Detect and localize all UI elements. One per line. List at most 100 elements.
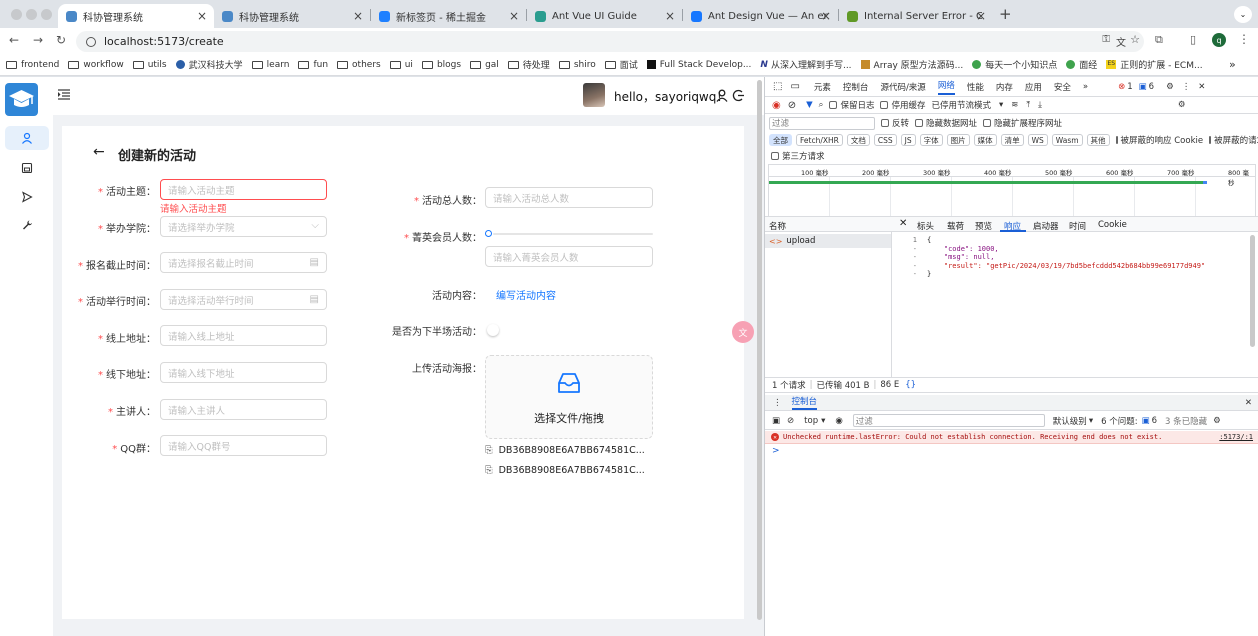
throttle-select[interactable]: 已停用节流模式 [931, 99, 991, 111]
blocked-requests-checkbox[interactable] [1209, 136, 1212, 144]
clear-icon[interactable]: ⊘ [788, 100, 796, 111]
live-expression-eye-icon[interactable]: ◉ [835, 416, 842, 426]
preserve-log-checkbox[interactable] [829, 101, 838, 109]
event-time-picker[interactable]: 请选择活动举行时间 ▤ [160, 289, 327, 310]
poster-upload-dragger[interactable]: 选择文件/拖拽 [485, 355, 653, 439]
window-minimize-dot[interactable] [26, 9, 37, 20]
sidebar-item-save[interactable] [5, 156, 49, 180]
import-har-icon[interactable]: ⤒ [1026, 100, 1030, 110]
bookmark-link[interactable]: Array 原型方法源码... [860, 58, 963, 71]
error-badge-icon[interactable]: ⊗ [1118, 82, 1125, 92]
devtools-tab[interactable]: 控制台 [843, 81, 869, 93]
devtools-tab[interactable]: 内存 [996, 81, 1013, 93]
user-avatar[interactable] [583, 83, 605, 107]
context-select[interactable]: top [804, 416, 818, 426]
detail-tab[interactable]: 时间 [1069, 220, 1086, 232]
type-filter-chip[interactable]: Fetch/XHR [796, 134, 843, 146]
detail-tab[interactable]: Cookie [1098, 220, 1127, 230]
back-arrow-icon[interactable]: ← [9, 33, 19, 47]
devtools-close-icon[interactable]: ✕ [1198, 82, 1205, 92]
qq-group-input[interactable]: 请输入QQ群号 [160, 435, 327, 456]
console-prompt[interactable]: > [772, 446, 780, 456]
network-overview-timeline[interactable]: 100 毫秒 200 毫秒 300 毫秒 400 毫秒 500 毫秒 600 毫… [768, 164, 1256, 217]
devtools-tab[interactable]: 元素 [814, 81, 831, 93]
invert-checkbox[interactable] [881, 119, 889, 127]
bookmark-folder[interactable]: learn [251, 60, 289, 70]
type-filter-chip[interactable]: 清单 [1000, 134, 1024, 146]
name-column-header[interactable]: 名称 [769, 220, 786, 232]
devtools-menu-icon[interactable]: ⋮ [1182, 82, 1191, 92]
more-tabs-icon[interactable]: » [1083, 82, 1088, 92]
profile-avatar[interactable]: q [1212, 33, 1226, 47]
devtools-settings-gear-icon[interactable]: ⚙ [1166, 82, 1174, 92]
drawer-menu-icon[interactable]: ⋮ [773, 398, 782, 408]
request-row[interactable]: <> upload [765, 234, 891, 248]
type-filter-chip[interactable]: JS [900, 134, 916, 146]
network-settings-gear-icon[interactable]: ⚙ [1178, 100, 1186, 110]
new-tab-icon[interactable]: + [999, 5, 1012, 23]
window-zoom-dot[interactable] [41, 9, 52, 20]
network-filter-input[interactable]: 过滤 [769, 116, 875, 130]
browser-tab[interactable]: 科协管理系统 × [214, 4, 370, 28]
total-count-input[interactable]: 请输入活动总人数 [485, 187, 653, 208]
speaker-input[interactable]: 请输入主讲人 [160, 399, 327, 420]
browser-menu-icon[interactable]: ⋮ [1238, 32, 1250, 46]
deadline-picker[interactable]: 请选择报名截止时间 ▤ [160, 252, 327, 273]
bookmark-folder[interactable]: shiro [558, 60, 596, 70]
more-bookmarks-icon[interactable]: » [1229, 58, 1236, 71]
bookmark-folder[interactable]: ui [389, 60, 413, 70]
export-har-icon[interactable]: ⤓ [1038, 100, 1042, 110]
tab-close-icon[interactable]: × [976, 9, 986, 23]
side-panel-icon[interactable]: ▯ [1190, 33, 1196, 46]
type-filter-chip[interactable]: Wasm [1051, 134, 1083, 146]
elite-slider-handle[interactable] [485, 230, 492, 237]
tab-close-icon[interactable]: × [821, 9, 831, 23]
bookmark-folder[interactable]: fun [298, 60, 328, 70]
address-bar[interactable]: localhost:5173/create ⚿ 文 ☆ [76, 31, 1144, 52]
topic-input[interactable]: 请输入活动主题 [160, 179, 327, 200]
logout-icon[interactable] [732, 89, 745, 102]
console-filter-input[interactable]: 过滤 [852, 414, 1045, 427]
tab-search-chevron-icon[interactable]: ⌄ [1234, 6, 1252, 23]
hide-extension-urls-checkbox[interactable] [983, 119, 992, 127]
sidebar-item-user[interactable] [5, 126, 49, 150]
devtools-tab[interactable]: 应用 [1025, 81, 1042, 93]
window-close-dot[interactable] [11, 9, 22, 20]
devtools-tab-network[interactable]: 网络 [937, 79, 955, 95]
drawer-tab-console[interactable]: 控制台 [791, 395, 818, 410]
bookmark-folder[interactable]: frontend [6, 60, 59, 70]
browser-tab[interactable]: Ant Vue UI Guide × [527, 4, 682, 28]
extensions-icon[interactable]: ⧉ [1155, 33, 1163, 47]
pretty-print-icon[interactable]: {} [905, 380, 916, 390]
second-half-switch[interactable] [487, 324, 499, 336]
detail-tab[interactable]: 预览 [975, 220, 992, 232]
site-info-icon[interactable] [86, 36, 96, 47]
type-filter-chip[interactable]: 文档 [846, 134, 870, 146]
bookmark-link[interactable]: ES 正则的扩展 - ECM... [1106, 58, 1203, 71]
elite-slider-track[interactable] [493, 233, 653, 235]
bookmark-folder[interactable]: 面试 [604, 58, 638, 71]
bookmark-folder[interactable]: others [337, 60, 381, 70]
bookmark-link[interactable]: 武汉科技大学 [175, 58, 243, 71]
type-filter-chip[interactable]: CSS [873, 134, 897, 146]
tab-close-icon[interactable]: × [197, 9, 207, 23]
detail-tab[interactable]: 载荷 [947, 220, 964, 232]
blocked-cookies-checkbox[interactable] [1115, 136, 1118, 144]
offline-address-input[interactable]: 请输入线下地址 [160, 362, 327, 383]
devtools-tab[interactable]: 安全 [1054, 81, 1071, 93]
menu-fold-icon[interactable] [58, 89, 70, 100]
type-filter-chip[interactable]: 媒体 [973, 134, 997, 146]
device-toolbar-icon[interactable]: ▭ [790, 81, 799, 92]
devtools-tab[interactable]: 源代码/来源 [880, 81, 925, 93]
error-source-link[interactable]: :5173/:1 [1219, 433, 1253, 441]
type-filter-chip[interactable]: 其他 [1086, 134, 1110, 146]
browser-tab[interactable]: Ant Design Vue — An enterpr × [683, 4, 838, 28]
type-filter-chip[interactable]: WS [1027, 134, 1048, 146]
reload-icon[interactable]: ↻ [56, 33, 66, 47]
third-party-checkbox[interactable] [771, 152, 779, 160]
bookmark-folder[interactable]: blogs [421, 60, 461, 70]
back-arrow-icon[interactable]: ← [93, 144, 105, 160]
record-icon[interactable]: ◉ [772, 100, 781, 111]
online-address-input[interactable]: 请输入线上地址 [160, 325, 327, 346]
detail-tab[interactable]: 标头 [917, 220, 934, 232]
